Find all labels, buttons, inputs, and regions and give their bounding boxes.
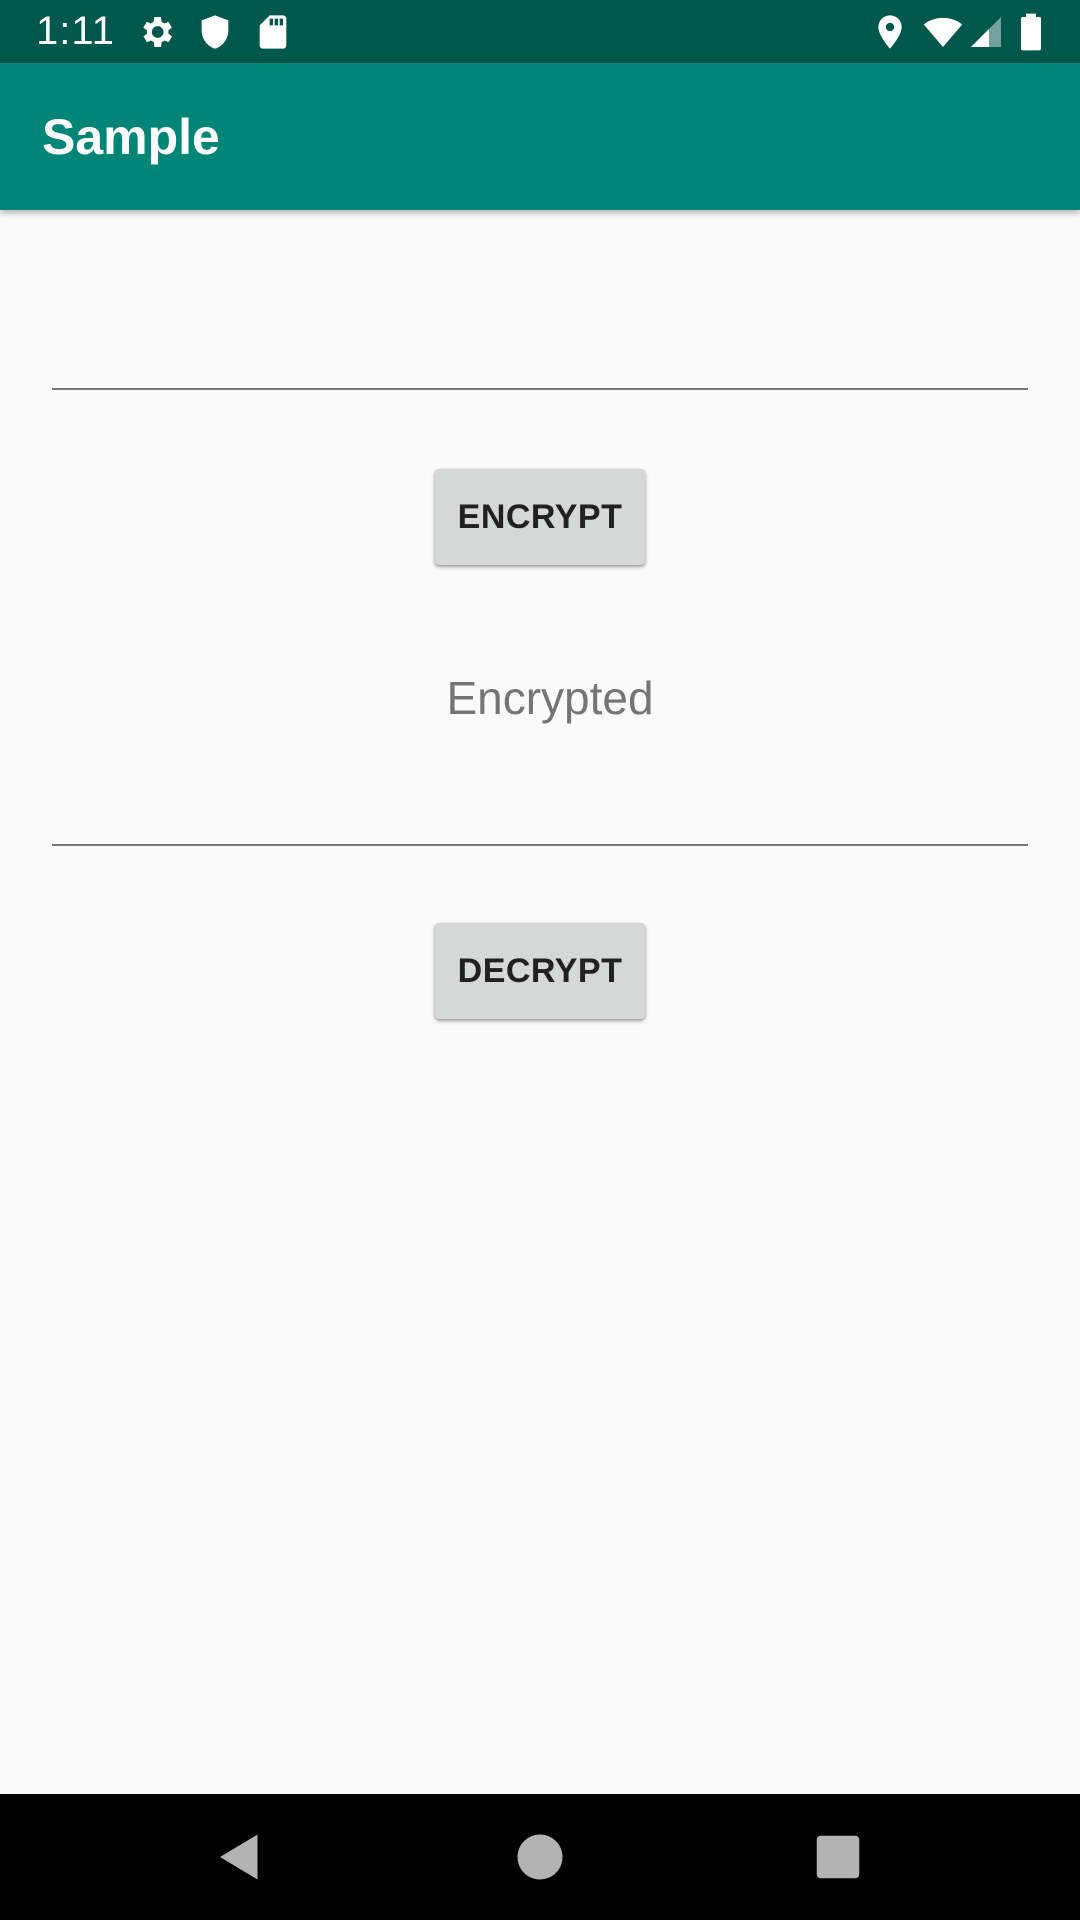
- encrypted-field-hint: Encrypted: [446, 672, 654, 724]
- decrypt-button[interactable]: DECRYPT: [435, 923, 645, 1019]
- status-time: 1:11: [36, 9, 115, 53]
- back-icon[interactable]: [210, 1827, 270, 1887]
- shield-icon: [195, 12, 235, 52]
- encrypted-text-input[interactable]: [52, 774, 1028, 846]
- signal-icon: [968, 12, 1004, 52]
- location-icon: [870, 12, 910, 52]
- status-bar: 1:11: [0, 0, 1080, 63]
- wifi-icon: [920, 12, 966, 52]
- encrypt-button[interactable]: ENCRYPT: [435, 469, 645, 565]
- battery-icon: [1016, 12, 1046, 52]
- plain-text-input[interactable]: [52, 320, 1028, 390]
- app-title: Sample: [42, 109, 220, 165]
- screen: 1:11 Sample ENCRYPT Encrypted DECRYPT: [0, 0, 1080, 1920]
- navigation-bar: [0, 1794, 1080, 1920]
- gear-icon: [136, 12, 176, 52]
- app-bar: Sample: [0, 63, 1080, 210]
- sd-card-icon: [253, 12, 293, 52]
- recents-icon[interactable]: [808, 1827, 868, 1887]
- home-icon[interactable]: [510, 1827, 570, 1887]
